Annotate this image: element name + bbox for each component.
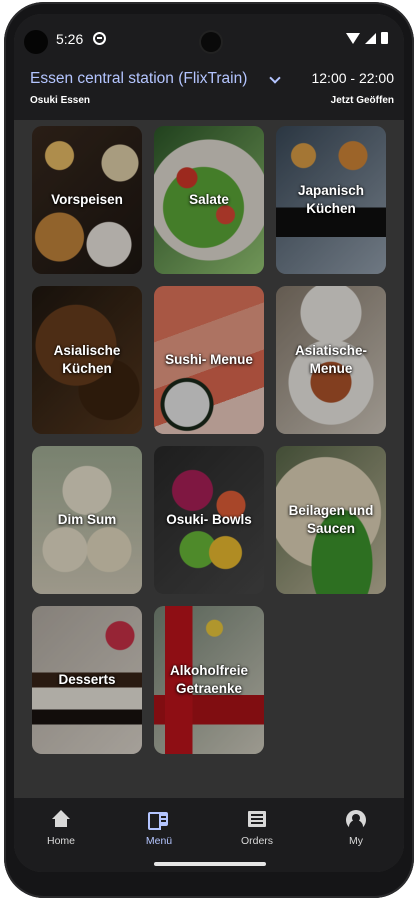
nav-orders[interactable]: Orders: [222, 810, 292, 847]
category-label: Osuki- Bowls: [166, 512, 252, 527]
station-selector[interactable]: Essen central station (FlixTrain): [30, 70, 247, 88]
nav-home-label: Home: [46, 835, 75, 847]
book-menu-icon: [148, 810, 170, 830]
nav-home[interactable]: Home: [26, 810, 96, 847]
category-label: Japanisch Küchen: [297, 183, 365, 216]
category-tile-vorspeisen[interactable]: Vorspeisen: [32, 126, 142, 274]
category-grid: Vorspeisen Salate Japanisch Küchen Asial…: [32, 126, 394, 754]
orders-icon: [248, 810, 266, 830]
category-tile-beilagen-saucen[interactable]: Beilagen und Saucen: [276, 446, 386, 594]
nav-my[interactable]: My: [321, 810, 391, 847]
wifi-icon: [346, 32, 360, 44]
account-icon: [346, 810, 366, 830]
nav-orders-label: Orders: [240, 835, 274, 847]
nav-menu-label: Menü: [145, 835, 173, 847]
nav-menu[interactable]: Menü: [124, 810, 194, 847]
store-header: Essen central station (FlixTrain) 12:00 …: [14, 60, 404, 120]
category-tile-dim-sum[interactable]: Dim Sum: [32, 446, 142, 594]
category-label: Asialische Küchen: [53, 343, 121, 376]
app-notification-icon: [93, 32, 106, 45]
open-status: Jetzt Geöffen: [330, 95, 394, 106]
status-icons: [346, 32, 388, 44]
category-tile-sushi-menue[interactable]: Sushi- Menue: [154, 286, 264, 434]
category-label: Desserts: [58, 672, 116, 687]
opening-hours: 12:00 - 22:00: [311, 70, 394, 86]
nav-my-label: My: [349, 835, 363, 847]
category-tile-asiatische-menue[interactable]: Asiatische- Menue: [276, 286, 386, 434]
store-name: Osuki Essen: [30, 95, 91, 106]
category-tile-osuki-bowls[interactable]: Osuki- Bowls: [154, 446, 264, 594]
category-tile-asialische-kuechen[interactable]: Asialische Küchen: [32, 286, 142, 434]
bottom-navigation: Home Menü Orders My: [14, 798, 404, 872]
category-label: Salate: [189, 192, 229, 207]
battery-icon: [381, 32, 388, 44]
status-time: 5:26: [56, 31, 84, 47]
category-label: Asiatische- Menue: [294, 343, 368, 376]
category-tile-salate[interactable]: Salate: [154, 126, 264, 274]
app-screen: 5:26 Essen central station (FlixTrain) 1…: [14, 14, 404, 872]
home-icon: [52, 810, 70, 830]
front-camera-icon: [24, 30, 48, 54]
signal-icon: [365, 32, 376, 44]
category-label: Beilagen und Saucen: [288, 503, 374, 536]
category-tile-alkoholfreie-getraenke[interactable]: Alkoholfreie Getraenke: [154, 606, 264, 754]
category-label: Vorspeisen: [51, 192, 123, 207]
camera-cutout-icon: [201, 32, 221, 52]
phone-frame: 5:26 Essen central station (FlixTrain) 1…: [4, 2, 414, 898]
category-tile-desserts[interactable]: Desserts: [32, 606, 142, 754]
category-label: Dim Sum: [57, 512, 117, 527]
category-label: Alkoholfreie Getraenke: [169, 663, 248, 696]
chevron-down-icon[interactable]: [269, 72, 281, 84]
status-bar: 5:26: [14, 14, 404, 60]
category-label: Sushi- Menue: [165, 352, 253, 367]
category-tile-japanisch-kuechen[interactable]: Japanisch Küchen: [276, 126, 386, 274]
gesture-bar[interactable]: [154, 862, 266, 866]
